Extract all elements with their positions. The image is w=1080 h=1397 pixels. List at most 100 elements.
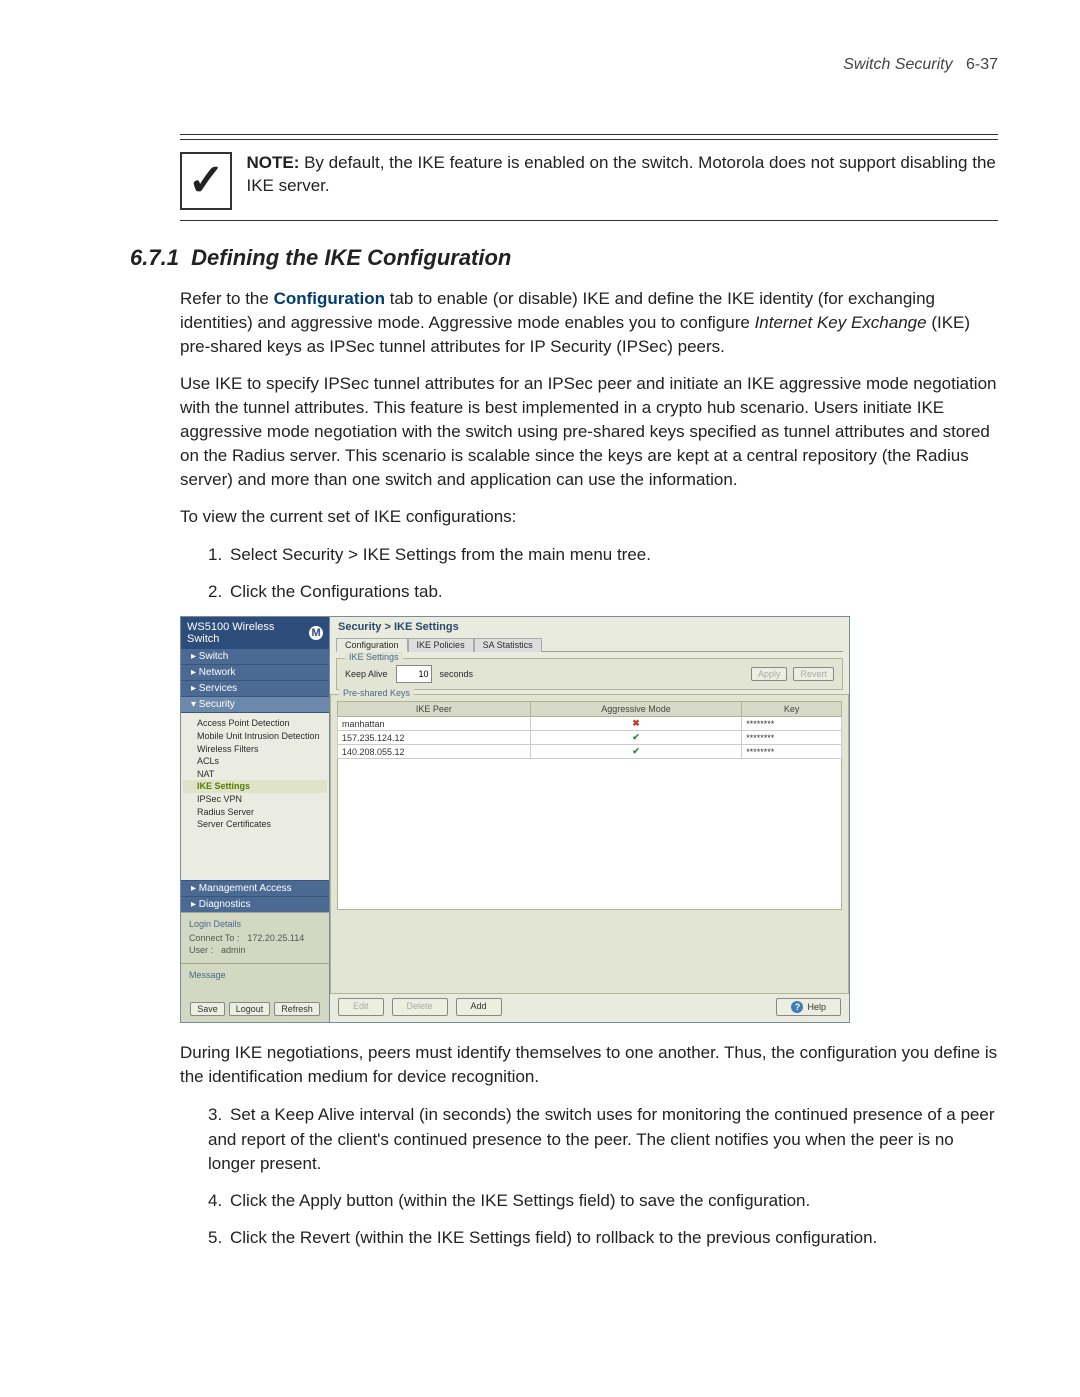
sidebar-item-network[interactable]: ▸ Network: [181, 665, 329, 681]
table-row[interactable]: 140.208.055.12 ✔ ********: [338, 745, 842, 759]
header-section: Switch Security: [843, 56, 952, 73]
revert-button[interactable]: Revert: [793, 667, 834, 681]
sidebar-item-services[interactable]: ▸ Services: [181, 681, 329, 697]
cell-agg: ✔: [530, 731, 742, 745]
tab-configuration[interactable]: Configuration: [336, 638, 408, 652]
tree-item-muid[interactable]: Mobile Unit Intrusion Detection: [183, 730, 327, 743]
section-heading: 6.7.1 Defining the IKE Configuration: [130, 245, 998, 271]
section-title: Defining the IKE Configuration: [191, 245, 511, 270]
cell-agg: ✔: [530, 745, 742, 759]
page-header: Switch Security 6-37: [180, 56, 998, 74]
embedded-screenshot: WS5100 Wireless Switch M ▸ Switch ▸ Netw…: [180, 616, 850, 1023]
note-label: NOTE:: [246, 153, 299, 172]
table-row[interactable]: manhattan ✖ ********: [338, 717, 842, 731]
x-icon: ✖: [632, 718, 640, 728]
cell-key: ********: [742, 745, 842, 759]
step-1: 1.Select Security > IKE Settings from th…: [208, 543, 998, 568]
login-details-panel: Login Details Connect To :172.20.25.114 …: [181, 912, 329, 963]
sidebar-item-diagnostics[interactable]: ▸ Diagnostics: [181, 896, 329, 912]
message-label: Message: [189, 970, 321, 980]
tree-item-ipsec-vpn[interactable]: IPSec VPN: [183, 793, 327, 806]
cell-key: ********: [742, 717, 842, 731]
keep-alive-input[interactable]: [396, 665, 432, 683]
cell-peer: 140.208.055.12: [338, 745, 531, 759]
tree-item-ike-settings[interactable]: IKE Settings: [183, 780, 327, 793]
help-icon: ?: [791, 1001, 803, 1013]
paragraph-4: During IKE negotiations, peers must iden…: [180, 1041, 998, 1089]
tab-sa-statistics[interactable]: SA Statistics: [474, 638, 542, 652]
step-5: 5.Click the Revert (within the IKE Setti…: [208, 1226, 998, 1251]
refresh-button[interactable]: Refresh: [274, 1002, 320, 1016]
step-4: 4.Click the Apply button (within the IKE…: [208, 1189, 998, 1214]
paragraph-1: Refer to the Configuration tab to enable…: [180, 287, 998, 358]
sidebar-bottom-buttons: Save Logout Refresh: [181, 998, 329, 1022]
connect-to-label: Connect To :: [189, 933, 239, 943]
tree-item-nat[interactable]: NAT: [183, 768, 327, 781]
configurations-term: Configurations: [300, 582, 410, 601]
sidebar-item-management-access[interactable]: ▸ Management Access: [181, 880, 329, 896]
tree-item-radius-server[interactable]: Radius Server: [183, 806, 327, 819]
user-value: admin: [221, 945, 246, 955]
tree-item-wireless-filters[interactable]: Wireless Filters: [183, 743, 327, 756]
step-2: 2.Click the Configurations tab.: [208, 580, 998, 605]
save-button[interactable]: Save: [190, 1002, 225, 1016]
cell-peer: manhattan: [338, 717, 531, 731]
sidebar: WS5100 Wireless Switch M ▸ Switch ▸ Netw…: [181, 617, 330, 1022]
logout-button[interactable]: Logout: [229, 1002, 271, 1016]
cell-key: ********: [742, 731, 842, 745]
footer-buttons: Edit Delete Add ? Help: [330, 994, 849, 1022]
table-row[interactable]: 157.235.124.12 ✔ ********: [338, 731, 842, 745]
main-panel: Security > IKE Settings Configuration IK…: [330, 617, 849, 1022]
ike-term: Internet Key Exchange: [755, 313, 927, 332]
login-details-label: Login Details: [189, 919, 321, 929]
keep-alive-label: Keep Alive: [345, 669, 388, 679]
tree-item-server-certificates[interactable]: Server Certificates: [183, 818, 327, 831]
sidebar-item-switch[interactable]: ▸ Switch: [181, 649, 329, 665]
delete-button[interactable]: Delete: [392, 998, 448, 1016]
sidebar-item-security[interactable]: ▾ Security: [181, 697, 329, 713]
divider-top: [180, 134, 998, 140]
tab-ike-policies[interactable]: IKE Policies: [408, 638, 474, 652]
tree-item-acls[interactable]: ACLs: [183, 755, 327, 768]
check-icon: ✔: [632, 746, 640, 756]
check-icon: ✔: [632, 732, 640, 742]
step-3: 3.Set a Keep Alive interval (in seconds)…: [208, 1103, 998, 1177]
checkmark-icon: ✓: [180, 152, 232, 210]
section-number: 6.7.1: [130, 245, 179, 270]
tree-item-apd[interactable]: Access Point Detection: [183, 717, 327, 730]
col-ike-peer[interactable]: IKE Peer: [338, 702, 531, 717]
revert-term: Revert: [300, 1228, 350, 1247]
breadcrumb: Security > IKE Settings: [330, 617, 849, 633]
header-page: 6-37: [966, 56, 998, 73]
ike-settings-term: IKE Settings: [363, 545, 457, 564]
edit-button[interactable]: Edit: [338, 998, 384, 1016]
note-text: NOTE: By default, the IKE feature is ena…: [246, 152, 998, 198]
connect-to-value: 172.20.25.114: [247, 933, 304, 943]
paragraph-2: Use IKE to specify IPSec tunnel attribut…: [180, 372, 998, 491]
col-key[interactable]: Key: [742, 702, 842, 717]
cell-agg: ✖: [530, 717, 742, 731]
security-term: Security: [282, 545, 343, 564]
device-title: WS5100 Wireless Switch M: [181, 617, 329, 649]
help-button[interactable]: ? Help: [776, 998, 841, 1016]
preshared-keys-panel-title: Pre-shared Keys: [339, 688, 414, 698]
user-label: User :: [189, 945, 213, 955]
col-aggressive-mode[interactable]: Aggressive Mode: [530, 702, 742, 717]
tab-bar: Configuration IKE Policies SA Statistics: [336, 637, 843, 652]
apply-button[interactable]: Apply: [751, 667, 788, 681]
note-body: By default, the IKE feature is enabled o…: [246, 153, 995, 195]
add-button[interactable]: Add: [456, 998, 502, 1016]
seconds-label: seconds: [440, 669, 474, 679]
configuration-term: Configuration: [274, 289, 385, 308]
table-whitespace: [337, 759, 842, 910]
preshared-keys-table: IKE Peer Aggressive Mode Key manhattan ✖…: [337, 701, 842, 759]
paragraph-3: To view the current set of IKE configura…: [180, 505, 998, 529]
apply-term: Apply: [299, 1191, 342, 1210]
keep-alive-term: Keep Alive: [274, 1105, 354, 1124]
message-panel: Message: [181, 963, 329, 998]
note-block: ✓ NOTE: By default, the IKE feature is e…: [180, 152, 998, 210]
security-tree: Access Point Detection Mobile Unit Intru…: [181, 713, 329, 880]
divider-below-note: [180, 220, 998, 221]
ike-settings-panel: IKE Settings Keep Alive seconds Apply Re…: [336, 658, 843, 690]
cell-peer: 157.235.124.12: [338, 731, 531, 745]
